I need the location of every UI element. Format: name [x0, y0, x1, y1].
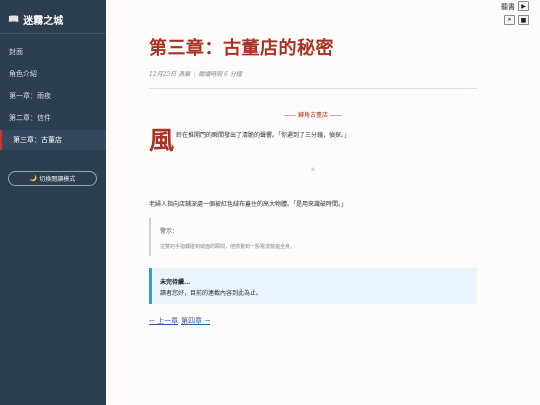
- section-heading: —— 轉角古董店 ——: [284, 112, 342, 119]
- chapter-meta: 12月25日 清晨 | 閱讀時間 6 分鐘: [149, 69, 242, 78]
- sidebar: 📖 迷霧之城 封面 角色介紹 第一章：雨夜 第二章：信件 第三章：古董店 🌙 切…: [0, 0, 106, 405]
- theme-toggle-label: 切換閱讀模式: [39, 176, 76, 183]
- audio-controls: 聽書: [501, 2, 515, 12]
- reading-time: 閱讀時間 6 分鐘: [198, 71, 242, 78]
- sidebar-item-label: 第三章：古董店: [13, 136, 62, 144]
- sidebar-item-chapter-1[interactable]: 第一章：雨夜: [0, 86, 106, 106]
- sidebar-divider: [0, 33, 106, 34]
- chapter-date: 12月25日 清晨: [149, 71, 191, 78]
- notice-box: 未完待續... 讀者您好，目前的連載內容到此為止。: [149, 268, 477, 304]
- play-icon: ▶: [521, 2, 526, 10]
- play-button[interactable]: ▶: [518, 1, 529, 11]
- stop-icon: ■: [520, 16, 527, 24]
- prev-chapter-link[interactable]: ← 上一章: [149, 317, 178, 325]
- sidebar-item-characters[interactable]: 角色介紹: [0, 64, 106, 84]
- sidebar-item-label: 第二章：信件: [9, 114, 51, 122]
- brand[interactable]: 📖 迷霧之城: [8, 12, 64, 28]
- brand-title: 迷霧之城: [23, 16, 64, 27]
- sidebar-item-label: 封面: [9, 48, 23, 56]
- chapter-pager: ← 上一章 第四章 →: [149, 316, 213, 326]
- audio-label: 聽書: [501, 3, 515, 11]
- meta-separator: |: [193, 71, 196, 78]
- next-chapter-link[interactable]: 第四章 →: [181, 317, 210, 325]
- pause-button[interactable]: ⏸: [504, 15, 515, 25]
- title-divider: [149, 88, 477, 89]
- paragraph-1: 鈴在推開門的瞬間發出了清脆的聲響。「你遲到了三分鐘，偵探。」: [176, 132, 351, 139]
- warning-block: 警示： 這雙的手指觸碰到絨面的瞬間，他感覺到一股電流竄遍全身。: [149, 218, 477, 256]
- notice-text: 讀者您好，目前的連載內容到此為止。: [160, 290, 263, 297]
- sidebar-item-chapter-2[interactable]: 第二章：信件: [0, 108, 106, 128]
- pause-icon: ⏸: [507, 16, 511, 23]
- sidebar-item-label: 第一章：雨夜: [9, 92, 51, 100]
- chapter-title: 第三章：古董店的秘密: [149, 38, 334, 59]
- drop-cap: 風: [149, 126, 175, 155]
- scene-divider: ＊: [309, 167, 316, 174]
- sidebar-item-chapter-3[interactable]: 第三章：古董店: [0, 130, 106, 150]
- warning-text: 這雙的手指觸碰到絨面的瞬間，他感覺到一股電流竄遍全身。: [160, 244, 296, 250]
- warning-title: 警示：: [160, 228, 179, 235]
- book-icon: 📖: [8, 14, 20, 25]
- sidebar-item-cover[interactable]: 封面: [0, 42, 106, 62]
- moon-icon: 🌙: [29, 175, 38, 182]
- theme-toggle-button[interactable]: 🌙 切換閱讀模式: [8, 171, 97, 186]
- notice-title: 未完待續...: [160, 279, 191, 286]
- sidebar-item-label: 角色介紹: [9, 70, 37, 78]
- stop-button[interactable]: ■: [518, 15, 529, 25]
- paragraph-2: 老婦人指向店鋪深處一個被紅色絨布蓋住的高大物體。「是用來識破時間。」: [149, 201, 348, 208]
